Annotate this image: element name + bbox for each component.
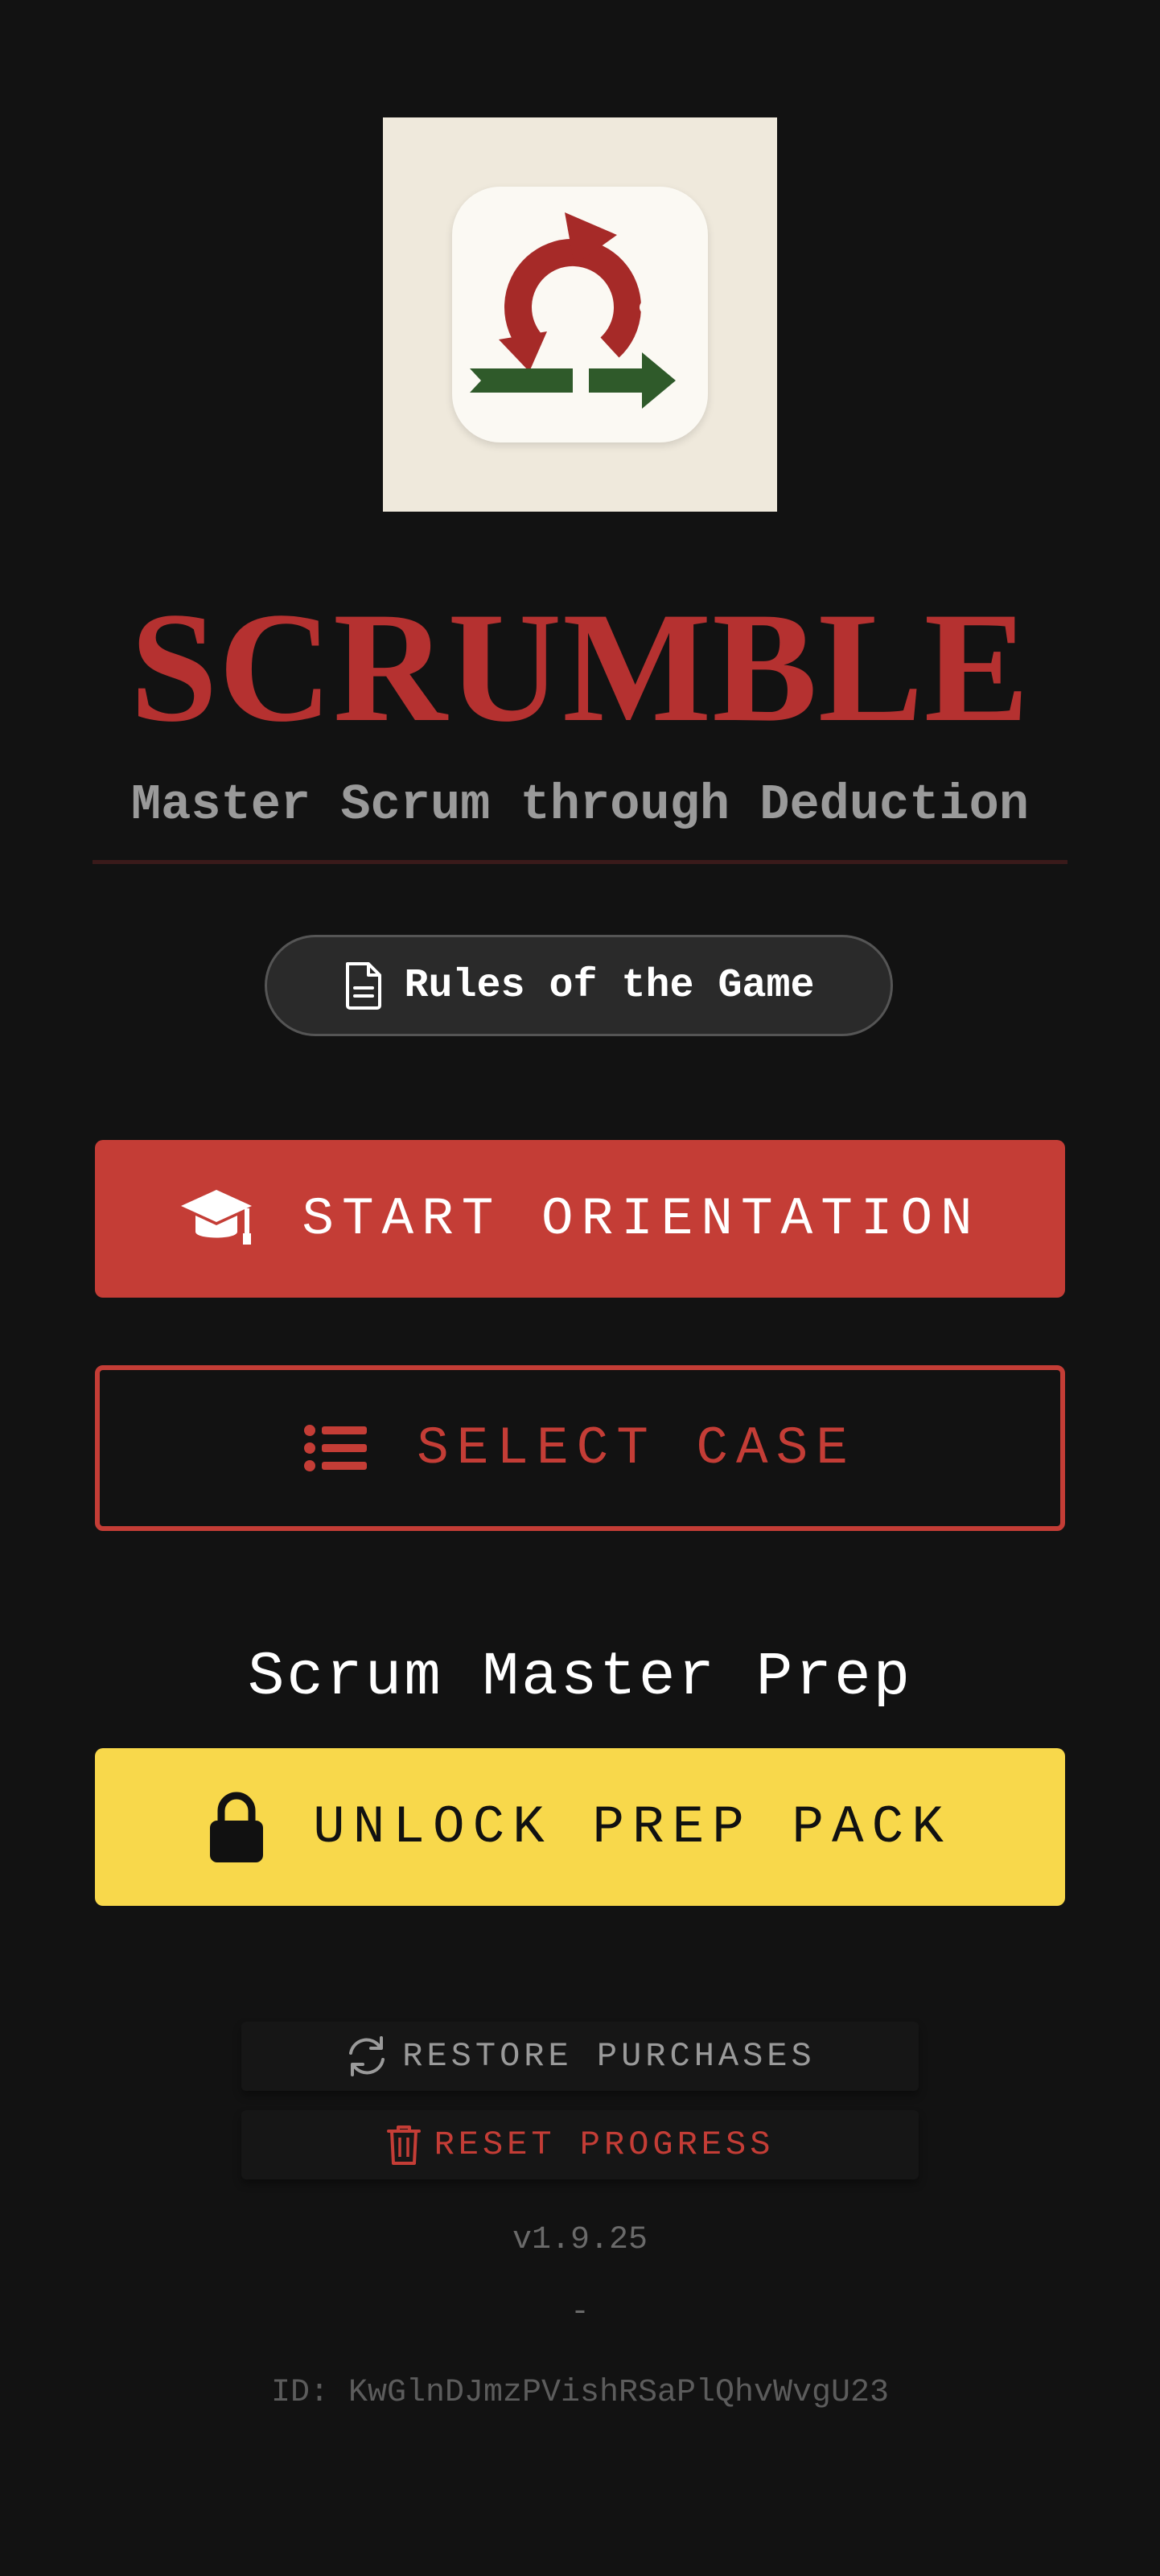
- prep-heading: Scrum Master Prep: [247, 1643, 913, 1712]
- restore-purchases-button[interactable]: RESTORE PURCHASES: [241, 2022, 919, 2091]
- device-id: ID: KwGlnDJmzPVishRSaPlQhvWvgU23: [270, 2375, 890, 2411]
- rules-of-the-game-label: Rules of the Game: [404, 962, 815, 1009]
- unlock-prep-pack-label: UNLOCK PREP PACK: [313, 1796, 952, 1858]
- app-subtitle: Master Scrum through Deduction: [130, 776, 1030, 833]
- list-icon: [304, 1425, 368, 1471]
- unlock-prep-pack-button[interactable]: UNLOCK PREP PACK: [95, 1748, 1065, 1906]
- reset-progress-button[interactable]: RESET PROGRESS: [241, 2110, 919, 2179]
- trash-icon: [386, 2125, 421, 2165]
- footer-separator: -: [570, 2294, 590, 2331]
- graduation-cap-icon: [181, 1190, 253, 1245]
- app-logo: [383, 117, 777, 512]
- refresh-icon: [349, 2036, 385, 2076]
- app-title: SCRUMBLE: [130, 580, 1030, 755]
- start-orientation-label: START ORIENTATION: [302, 1188, 981, 1249]
- lock-icon: [210, 1792, 264, 1862]
- reset-progress-label: RESET PROGRESS: [434, 2125, 775, 2164]
- app-version: v1.9.25: [512, 2222, 648, 2258]
- scrum-cycle-logo-icon: [470, 212, 676, 409]
- select-case-label: SELECT CASE: [417, 1418, 856, 1479]
- rules-of-the-game-button[interactable]: Rules of the Game: [265, 935, 893, 1036]
- restore-purchases-label: RESTORE PURCHASES: [402, 2037, 816, 2076]
- select-case-button[interactable]: SELECT CASE: [95, 1365, 1065, 1531]
- title-divider: [93, 860, 1067, 864]
- document-icon: [346, 962, 382, 1010]
- start-orientation-button[interactable]: START ORIENTATION: [95, 1140, 1065, 1298]
